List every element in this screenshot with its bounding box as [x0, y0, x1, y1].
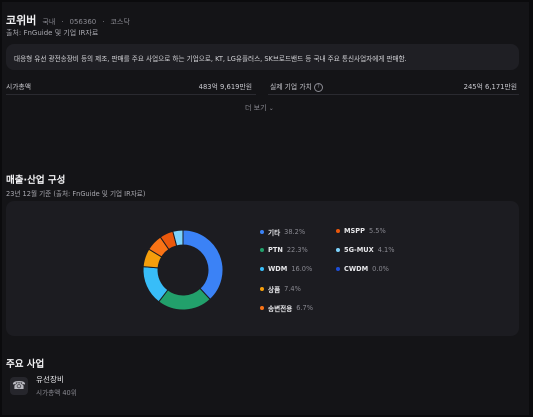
legend-percent: 16.0%: [291, 265, 313, 273]
revenue-section-title: 매출·산업 구성: [6, 175, 66, 186]
description-box: 대응형 유선 광전송장비 등의 제조, 판매를 주요 사업으로 하는 기업으로,…: [6, 44, 519, 70]
legend-percent: 6.7%: [296, 304, 314, 312]
legend-label: 5G-MUX: [344, 246, 374, 254]
source-note: 출처: FnGuide 및 기업 IR자료: [6, 29, 99, 37]
legend-item: 기타 38.2%: [260, 227, 305, 237]
legend-item: MSPP 5.5%: [336, 227, 386, 235]
legend-percent: 22.3%: [286, 246, 308, 254]
exchange-label: 코스닥: [110, 18, 130, 26]
company-name: 코위버: [6, 14, 37, 27]
legend-dot: [336, 229, 340, 233]
ev-label: 실제 기업 가치: [270, 83, 312, 91]
stock-code: 056360: [69, 18, 97, 26]
legend-label: 기타: [268, 229, 281, 237]
legend-dot: [260, 306, 264, 310]
legend-item: 5G-MUX 4.1%: [336, 246, 395, 254]
legend-item: CWDM 0.0%: [336, 265, 389, 273]
more-label: 더 보기: [245, 104, 267, 112]
legend-dot: [336, 267, 340, 271]
donut-slice-0: [182, 229, 224, 301]
legend-percent: 0.0%: [372, 265, 389, 273]
market-cap-value: 483억 9,619만원: [198, 83, 252, 91]
company-header: 코위버 국내 · 056360 · 코스닥: [6, 14, 130, 27]
legend-label: CWDM: [344, 265, 369, 273]
chevron-down-icon: ⌄: [268, 105, 274, 112]
ev-value: 245억 6,171만원: [463, 83, 517, 91]
legend-item: 송변전용 6.7%: [260, 303, 313, 313]
legend-label: 송변전용: [268, 305, 293, 313]
business-item[interactable]: ☎ 유선장비 시가총액 40위: [10, 374, 77, 397]
business-section-title: 주요 사업: [6, 359, 45, 370]
legend-dot: [260, 248, 264, 252]
revenue-section-subtitle: 23년 12월 기준 (출처: FnGuide 및 기업 IR자료): [6, 190, 146, 198]
legend-percent: 38.2%: [284, 228, 306, 236]
legend-item: 상품 7.4%: [260, 284, 301, 294]
business-rank: 시가총액 40위: [36, 389, 77, 397]
legend-dot: [336, 248, 340, 252]
legend-percent: 7.4%: [284, 285, 301, 293]
market-label: 국내: [42, 18, 56, 26]
divider: [268, 94, 519, 95]
more-button[interactable]: 더 보기 ⌄: [245, 103, 274, 113]
legend-dot: [260, 287, 264, 291]
divider: [6, 94, 256, 95]
telephone-icon: ☎: [10, 376, 28, 395]
revenue-chart-card: 기타 38.2% PTN 22.3% WDM 16.0% 상품 7.4% 송변전용 6.7% MSP…: [6, 201, 519, 336]
legend-item: WDM 16.0%: [260, 265, 312, 273]
company-panel: 코위버 국내 · 056360 · 코스닥 출처: FnGuide 및 기업 I…: [2, 2, 529, 415]
legend-dot: [260, 267, 264, 271]
legend-percent: 4.1%: [377, 246, 395, 254]
revenue-donut-chart: [142, 229, 224, 311]
company-description: 대응형 유선 광전송장비 등의 제조, 판매를 주요 사업으로 하는 기업으로,…: [14, 55, 407, 63]
legend-item: PTN 22.3%: [260, 246, 308, 254]
legend-label: 상품: [268, 286, 281, 294]
help-icon[interactable]: ?: [313, 82, 323, 92]
legend-label: WDM: [268, 265, 288, 273]
legend-dot: [260, 230, 264, 234]
legend-label: PTN: [268, 246, 283, 254]
legend-percent: 5.5%: [368, 227, 386, 235]
legend-label: MSPP: [344, 227, 365, 235]
business-name: 유선장비: [36, 375, 64, 384]
ev-label-wrap: 실제 기업 가치?: [270, 81, 323, 92]
market-cap-label: 시가총액: [6, 83, 32, 91]
